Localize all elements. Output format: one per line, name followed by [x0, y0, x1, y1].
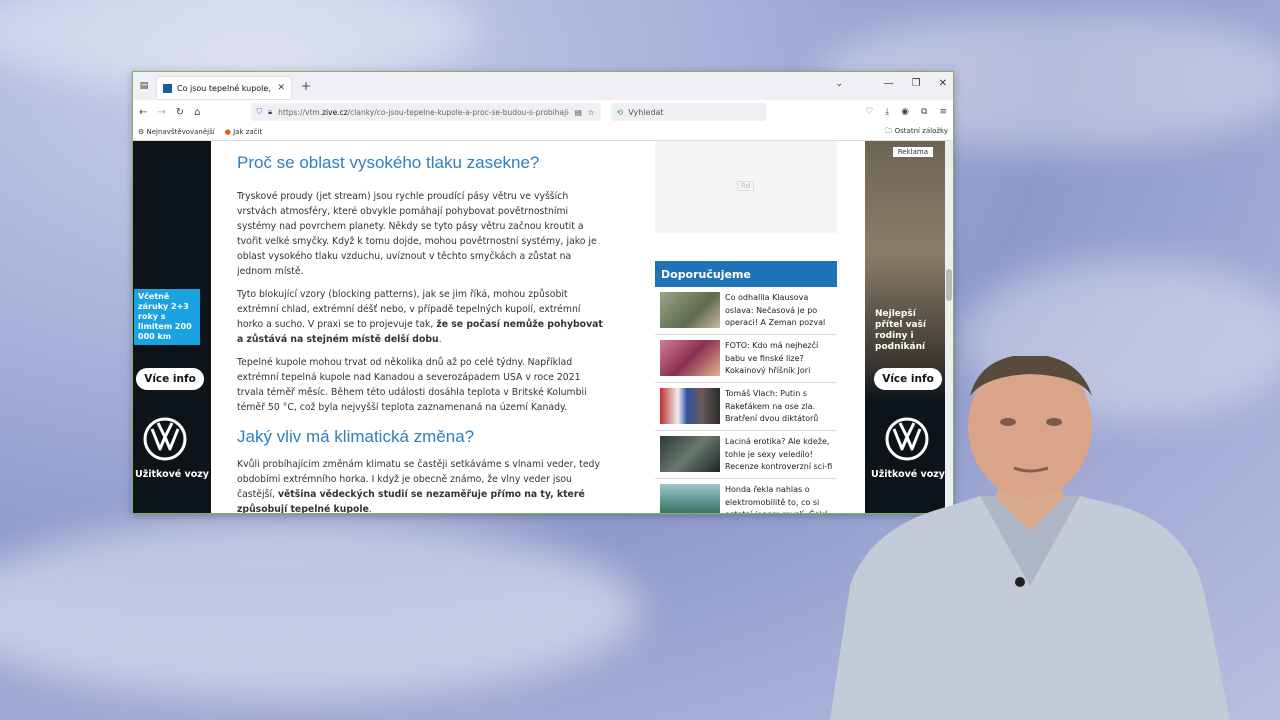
chevron-down-icon[interactable]: ⌄ — [835, 79, 843, 89]
list-item[interactable]: Co odhalila Klausova oslava: Nečasová je… — [655, 287, 837, 335]
tab-bar: ▤ Co jsou tepelné kupole, a proč ✕ + ⌄ —… — [133, 72, 953, 100]
list-item[interactable]: Laciná erotika? Ale kdeže, tohle je sexy… — [655, 431, 837, 479]
thumbnail-image[interactable] — [660, 388, 720, 424]
back-icon[interactable]: ← — [139, 107, 147, 118]
article-paragraph: Tepelné kupole mohou trvat od několika d… — [237, 357, 587, 413]
site-favicon-icon — [163, 83, 172, 93]
list-item-text[interactable]: Tomáš Vlach: Putin s Rakeťákem na ose zl… — [725, 388, 837, 426]
nav-bar: ← → ↻ ⌂ ⛉ 🔒︎ https://vtm.zive.cz/clanky/… — [133, 100, 953, 124]
bookmark-label: Jak začít — [233, 128, 263, 136]
bookmark-label: Nejnavštěvovanější — [146, 128, 215, 136]
search-input[interactable]: ⟲ Vyhledat — [610, 103, 767, 121]
window-controls: — ❐ ✕ — [884, 78, 947, 89]
list-item-text[interactable]: FOTO: Kdo má nejhezčí babu ve finské liz… — [725, 340, 837, 378]
menu-icon[interactable]: ≡ — [939, 107, 947, 117]
article-heading: Proč se oblast vysokého tlaku zasekne? — [237, 153, 540, 172]
bookmark-item[interactable]: ● Jak začít — [225, 128, 262, 136]
url-domain: zive.cz — [322, 107, 348, 117]
paragraph-text: . — [368, 504, 372, 514]
minimize-icon[interactable]: — — [884, 78, 894, 89]
ad-placeholder-label: Rd — [737, 181, 755, 191]
ad-tagline: Nejlepší přítel vaší rodiny i podnikání — [875, 309, 926, 352]
vw-logo-icon — [143, 417, 187, 461]
paragraph-text: . — [438, 334, 442, 345]
tab-title: Co jsou tepelné kupole, a proč — [177, 83, 273, 93]
bookmarks-bar: ⚙ Nejnavštěvovanější ● Jak začít 🗀︎ Osta… — [133, 124, 953, 141]
account-icon[interactable]: ◉ — [901, 107, 909, 117]
paragraph-bold-text: většina vědeckých studií se nezaměřuje p… — [237, 489, 585, 514]
reader-view-icon[interactable]: ▤ — [575, 108, 582, 117]
extensions-icon[interactable]: ⧉ — [921, 107, 927, 117]
warranty-badge: Včetně záruky 2+3 roky s limitem 200 000… — [134, 289, 200, 345]
url-prefix: https://vtm. — [278, 107, 323, 117]
scrollbar-thumb[interactable] — [946, 269, 952, 301]
list-item-text[interactable]: Honda řekla nahlas o elektromobilitě to,… — [725, 484, 837, 513]
pocket-icon[interactable]: ♡ — [865, 107, 873, 117]
list-item[interactable]: FOTO: Kdo má nejhezčí babu ve finské liz… — [655, 335, 837, 383]
article-paragraph: Kvůli probíhajícím změnám klimatu se čas… — [237, 457, 607, 514]
shield-icon[interactable]: ⛉ — [257, 107, 263, 117]
url-bar[interactable]: ⛉ 🔒︎ https://vtm.zive.cz/clanky/co-jsou-… — [250, 103, 601, 121]
list-item[interactable]: Honda řekla nahlas o elektromobilitě to,… — [655, 479, 837, 513]
tab-list-icon[interactable]: ▤ — [133, 81, 155, 91]
search-engine-icon[interactable]: ⟲ — [617, 108, 624, 117]
recommendations-panel: Doporučujeme Co odhalila Klausova oslava… — [655, 261, 837, 513]
lock-icon[interactable]: 🔒︎ — [268, 107, 272, 117]
article-paragraph: Tyto blokující vzory (blocking patterns)… — [237, 287, 607, 347]
thumbnail-image[interactable] — [660, 484, 720, 513]
ad-brand-text: Užitkové vozy — [134, 469, 209, 480]
background-cloud — [0, 520, 640, 700]
search-placeholder: Vyhledat — [628, 107, 664, 117]
other-bookmarks-label: Ostatní záložky — [894, 126, 948, 135]
bookmark-star-icon[interactable]: ☆ — [588, 108, 595, 117]
thumbnail-image[interactable] — [660, 340, 720, 376]
thumbnail-image[interactable] — [660, 292, 720, 328]
recommendations-title: Doporučujeme — [655, 261, 837, 287]
ad-placeholder: Rd — [655, 141, 837, 233]
restore-icon[interactable]: ❐ — [912, 78, 921, 89]
tab-active[interactable]: Co jsou tepelné kupole, a proč ✕ — [157, 77, 291, 99]
close-icon[interactable]: ✕ — [277, 83, 285, 93]
bookmark-item[interactable]: ⚙ Nejnavštěvovanější — [138, 128, 215, 136]
reload-icon[interactable]: ↻ — [176, 107, 184, 118]
firefox-icon: ● — [224, 128, 231, 136]
list-item[interactable]: Tomáš Vlach: Putin s Rakeťákem na ose zl… — [655, 383, 837, 431]
other-bookmarks[interactable]: 🗀︎ Ostatní záložky — [885, 127, 948, 138]
presenter-video — [830, 356, 1230, 720]
article-heading: Jaký vliv má klimatická změna? — [237, 427, 475, 446]
ad-banner-left[interactable]: Včetně záruky 2+3 roky s limitem 200 000… — [133, 141, 211, 513]
thumbnail-image[interactable] — [660, 436, 720, 472]
forward-icon[interactable]: → — [157, 107, 165, 118]
list-item-text[interactable]: Laciná erotika? Ale kdeže, tohle je sexy… — [725, 436, 837, 474]
toolbar-icons: ♡ ⤓ ◉ ⧉ ≡ — [865, 107, 947, 117]
download-icon[interactable]: ⤓ — [885, 107, 889, 117]
article-body: Proč se oblast vysokého tlaku zasekne? T… — [237, 141, 607, 514]
url-text[interactable]: https://vtm.zive.cz/clanky/co-jsou-tepel… — [278, 108, 569, 117]
url-path: /clanky/co-jsou-tepelne-kupole-a-proc-se… — [347, 107, 569, 117]
list-item-text[interactable]: Co odhalila Klausova oslava: Nečasová je… — [725, 292, 837, 330]
home-icon[interactable]: ⌂ — [194, 107, 200, 118]
new-tab-icon[interactable]: + — [301, 79, 311, 93]
article-paragraph: Tryskové proudy (jet stream) jsou rychle… — [237, 191, 597, 277]
ad-label: Reklama — [892, 147, 933, 157]
more-info-button[interactable]: Více info — [136, 368, 204, 390]
close-window-icon[interactable]: ✕ — [939, 78, 947, 89]
